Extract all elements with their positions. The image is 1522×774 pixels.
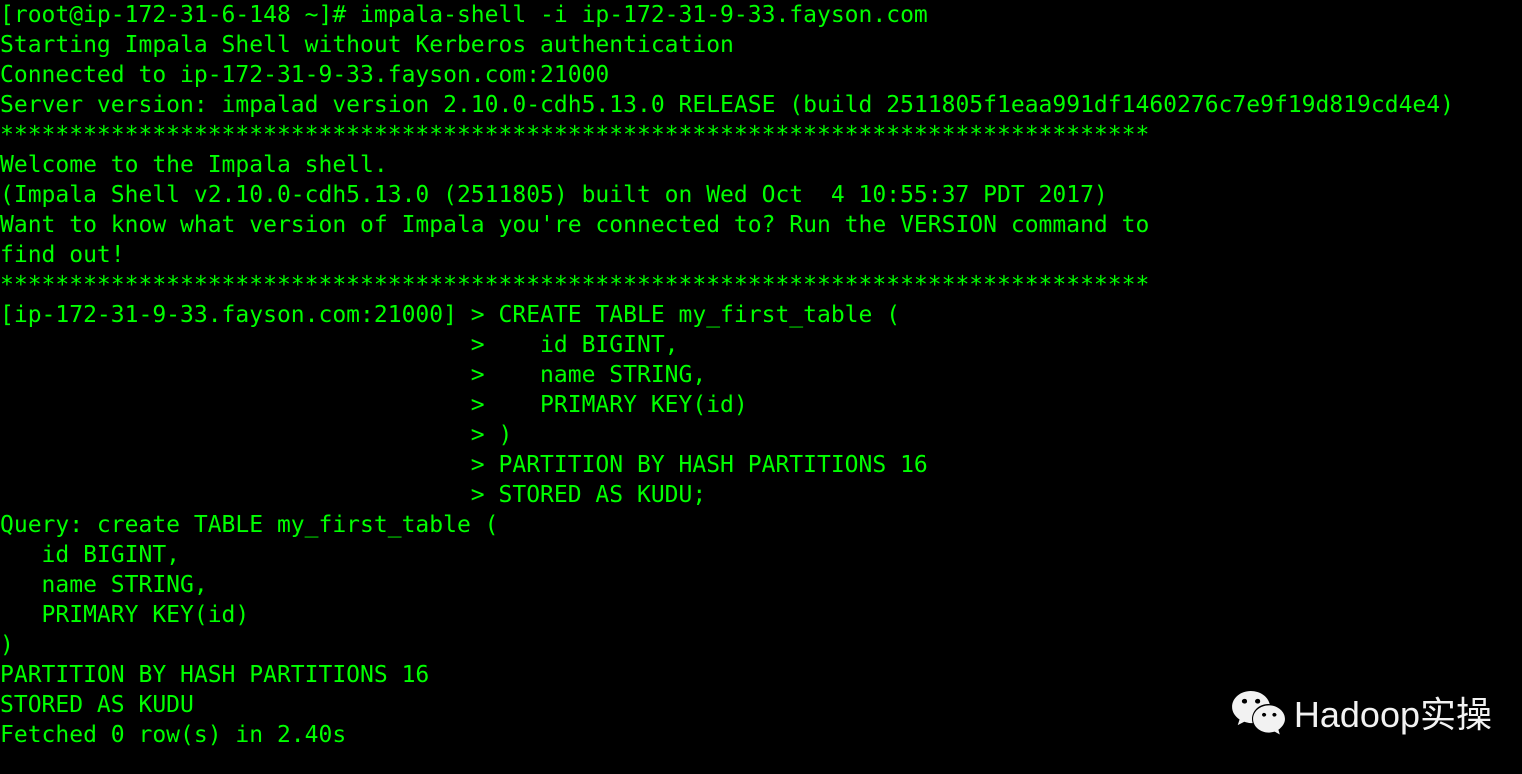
terminal-line: [root@ip-172-31-6-148 ~]# impala-shell -… (0, 0, 1522, 30)
terminal-line: Server version: impalad version 2.10.0-c… (0, 90, 1522, 120)
terminal-line: Welcome to the Impala shell. (0, 150, 1522, 180)
watermark: Hadoop实操 (1230, 685, 1492, 744)
watermark-text: Hadoop实操 (1294, 700, 1492, 730)
terminal-line: find out! (0, 240, 1522, 270)
terminal-line: > PRIMARY KEY(id) (0, 390, 1522, 420)
terminal-line: > ) (0, 420, 1522, 450)
terminal-line: [ip-172-31-9-33.fayson.com:21000] > CREA… (0, 300, 1522, 330)
terminal-line: > id BIGINT, (0, 330, 1522, 360)
wechat-icon (1230, 685, 1286, 744)
terminal-line: ) (0, 630, 1522, 660)
terminal-line: Want to know what version of Impala you'… (0, 210, 1522, 240)
terminal-line: Connected to ip-172-31-9-33.fayson.com:2… (0, 60, 1522, 90)
terminal-line: > name STRING, (0, 360, 1522, 390)
terminal-output[interactable]: [root@ip-172-31-6-148 ~]# impala-shell -… (0, 0, 1522, 750)
terminal-line: Starting Impala Shell without Kerberos a… (0, 30, 1522, 60)
terminal-line: name STRING, (0, 570, 1522, 600)
terminal-line: > PARTITION BY HASH PARTITIONS 16 (0, 450, 1522, 480)
terminal-line: ****************************************… (0, 270, 1522, 300)
terminal-line: ****************************************… (0, 120, 1522, 150)
terminal-line: Query: create TABLE my_first_table ( (0, 510, 1522, 540)
terminal-line: > STORED AS KUDU; (0, 480, 1522, 510)
terminal-line: id BIGINT, (0, 540, 1522, 570)
terminal-line: PRIMARY KEY(id) (0, 600, 1522, 630)
terminal-line: (Impala Shell v2.10.0-cdh5.13.0 (2511805… (0, 180, 1522, 210)
